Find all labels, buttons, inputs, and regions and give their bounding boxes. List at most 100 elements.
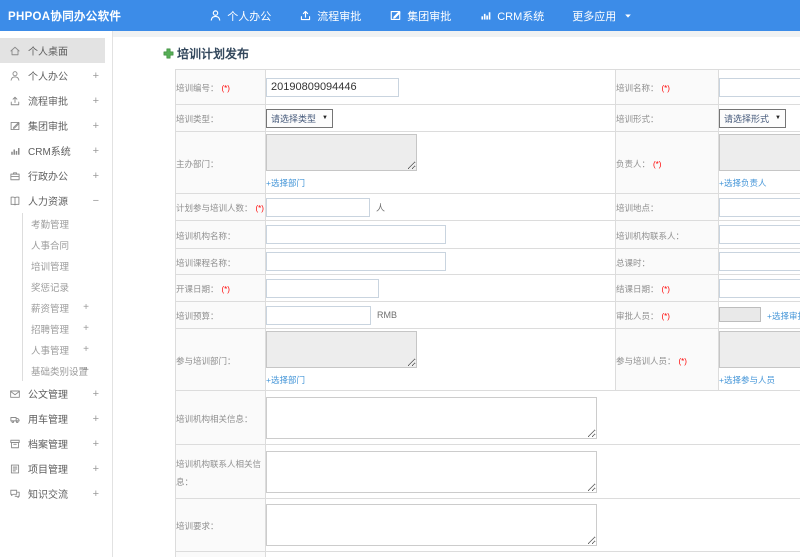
attachment-control-cell: +附件上传 (265, 551, 800, 557)
sidebar-item-personal-office-expander: + (92, 69, 99, 82)
approver-control-cell: +选择审批人员 (718, 301, 800, 329)
sidebar-submenu-hr: 考勤管理 人事合同 培训管理 奖惩记录 薪资管理 + 招聘管理 + 人事管理 + 基础类别设置 + (22, 213, 112, 381)
topnav-more-apps[interactable]: 更多应用 (572, 8, 633, 24)
sidebar-subitem-salary-expander: + (83, 302, 89, 313)
sidebar-subitem-base-category[interactable]: 基础类别设置 + (23, 360, 112, 381)
sidebar-item-document[interactable]: 公文管理 + (0, 381, 112, 406)
sidebar-item-archive-label: 档案管理 (28, 440, 68, 451)
course-name-label-cell: 培训课程名称： (175, 248, 266, 275)
org-contact-control-cell (718, 220, 800, 249)
leader-required-mark: (*) (653, 159, 662, 169)
sidebar-item-crm[interactable]: CRM系统 + (0, 138, 112, 163)
join-people-picker-link[interactable]: +选择参与人员 (719, 375, 775, 385)
planned-count-input[interactable] (266, 197, 370, 217)
training-type-control-cell: 请选择类型 ▼ (265, 104, 616, 132)
org-contact-info-textarea[interactable] (266, 450, 597, 493)
sidebar-subitem-base-category-expander: + (83, 365, 89, 376)
total-hours-input[interactable] (719, 252, 800, 271)
leader-textarea[interactable] (719, 134, 800, 171)
budget-label-cell: 培训预算： (175, 301, 266, 329)
requirements-label: 培训要求： (176, 521, 219, 531)
sidebar-item-group-approval[interactable]: 集团审批 + (0, 113, 112, 138)
sidebar-item-knowledge[interactable]: 知识交流 + (0, 481, 112, 506)
budget-control-cell: RMB (265, 301, 616, 329)
sidebar-subitem-recruitment[interactable]: 招聘管理 + (23, 318, 112, 339)
main-content: 培训计划发布 培训编号：(*)培训名称：(*)培训类型：请选择类型▼培训形式：请… (113, 31, 800, 557)
course-name-input[interactable] (266, 252, 446, 271)
chat-icon (9, 488, 21, 500)
approver-input[interactable] (719, 307, 761, 323)
sidebar-item-workflow-approval[interactable]: 流程审批 + (0, 88, 112, 113)
budget-label: 培训预算： (176, 311, 219, 321)
training-type-select[interactable]: 请选择类型 ▼ (266, 108, 333, 128)
leader-picker-link[interactable]: +选择负责人 (719, 178, 766, 188)
sidebar-subitem-salary[interactable]: 薪资管理 + (23, 297, 112, 318)
start-date-input[interactable] (266, 278, 379, 298)
form-row-org-name: 培训机构名称： 培训机构联系人： (175, 220, 800, 249)
project-icon (9, 463, 21, 475)
training-name-input[interactable] (719, 77, 800, 97)
training-name-label: 培训名称： (616, 83, 659, 93)
form-row-planned-count: 计划参与培训人数： (*) 人 培训地点： (175, 193, 800, 221)
org-info-textarea[interactable] (266, 396, 597, 439)
org-name-input[interactable] (266, 225, 446, 244)
topnav-group-approval[interactable]: 集团审批 (389, 8, 451, 24)
join-depts-textarea[interactable] (266, 331, 417, 368)
topnav-group-approval-label: 集团审批 (407, 10, 452, 23)
briefcase-icon (9, 170, 21, 182)
sidebar-subitem-reward-record[interactable]: 奖惩记录 (23, 276, 112, 297)
sidebar-item-hr[interactable]: 人力资源 − (0, 188, 112, 213)
end-date-required-mark: (*) (661, 285, 670, 294)
car-icon (9, 413, 21, 425)
join-depts-picker-link[interactable]: +选择部门 (266, 375, 305, 385)
host-dept-control-cell: +选择部门 (265, 131, 616, 194)
training-type-label-cell: 培训类型： (175, 104, 266, 132)
form-row-training-no: 培训编号：(*)培训名称：(*) (175, 69, 800, 105)
total-hours-label-cell: 总课时： (615, 248, 719, 275)
host-dept-textarea[interactable] (266, 134, 417, 171)
training-no-label-cell: 培训编号： (*) (175, 69, 266, 105)
leader-link-row: +选择负责人 (719, 173, 800, 191)
budget-input[interactable] (266, 305, 371, 325)
sidebar-item-personal-desktop[interactable]: 个人桌面 (0, 38, 105, 63)
sidebar-item-vehicle[interactable]: 用车管理 + (0, 406, 112, 431)
topnav-more-apps-label: 更多应用 (572, 10, 617, 23)
topnav-personal-office[interactable]: 个人办公 (209, 8, 271, 24)
end-date-input[interactable] (719, 278, 800, 298)
topnav-crm-label: CRM系统 (497, 10, 545, 23)
sidebar-subitem-training[interactable]: 培训管理 (23, 255, 112, 276)
start-date-label: 开课日期： (176, 284, 219, 294)
sidebar-item-hr-label: 人力资源 (28, 197, 68, 208)
sidebar-item-admin-office[interactable]: 行政办公 + (0, 163, 112, 188)
sidebar-item-knowledge-label: 知识交流 (28, 490, 68, 501)
sidebar-subitem-personnel[interactable]: 人事管理 + (23, 339, 112, 360)
topnav-workflow-approval[interactable]: 流程审批 (299, 8, 361, 24)
end-date-label-cell: 结课日期： (*) (615, 274, 719, 302)
sidebar-item-archive[interactable]: 档案管理 + (0, 431, 112, 456)
host-dept-label: 主办部门： (176, 158, 219, 169)
sidebar-item-project[interactable]: 项目管理 + (0, 456, 112, 481)
hamburger-menu-icon[interactable] (175, 8, 191, 24)
sidebar-item-workflow-approval-label: 流程审批 (28, 97, 68, 108)
sidebar-item-personal-office[interactable]: 个人办公 + (0, 63, 112, 88)
location-control-cell (718, 193, 800, 221)
host-dept-link-row: +选择部门 (266, 173, 615, 191)
topbar-nav: 个人办公 流程审批 集团审批 CRM系统 更多应用 (209, 8, 661, 24)
sidebar-subitem-hr-contract[interactable]: 人事合同 (23, 234, 112, 255)
host-dept-label-cell: 主办部门： (175, 131, 266, 194)
org-contact-input[interactable] (719, 225, 800, 244)
topnav-crm[interactable]: CRM系统 (479, 8, 544, 24)
form-row-requirements: 培训要求： (175, 498, 800, 552)
training-no-input[interactable] (266, 77, 399, 97)
planned-count-unit-label: 人 (376, 202, 386, 213)
join-people-textarea[interactable] (719, 331, 800, 368)
training-form-select[interactable]: 请选择形式 ▼ (719, 108, 786, 128)
requirements-textarea[interactable] (266, 504, 597, 546)
end-date-control-cell (718, 274, 800, 302)
sidebar-item-admin-office-expander: + (92, 169, 99, 182)
sidebar-subitem-attendance[interactable]: 考勤管理 (23, 213, 112, 234)
approver-label: 审批人员： (616, 311, 659, 321)
location-input[interactable] (719, 197, 800, 217)
approver-picker-link[interactable]: +选择审批人员 (767, 311, 800, 321)
host-dept-picker-link[interactable]: +选择部门 (266, 178, 305, 188)
